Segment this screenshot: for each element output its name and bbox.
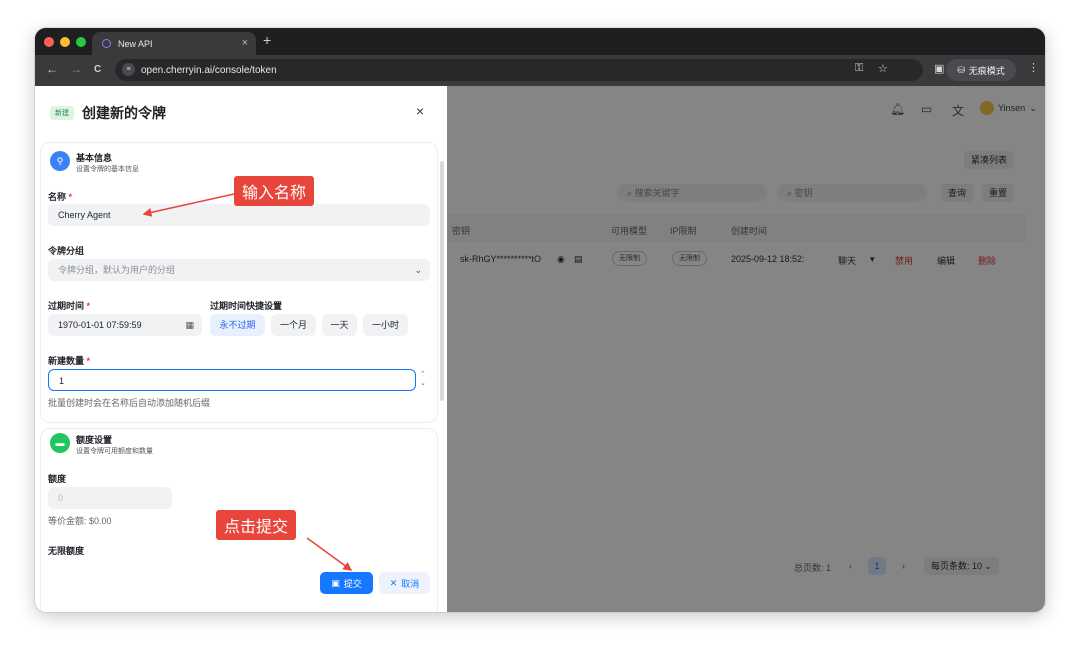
basic-info-title: 基本信息 — [76, 153, 113, 163]
cancel-button[interactable]: ✕ 取消 — [379, 572, 430, 594]
incognito-icon: ⛁ — [957, 64, 965, 75]
calendar-icon[interactable]: ▦ — [185, 314, 194, 336]
chevron-down-icon: ⌄ — [414, 265, 422, 275]
quota-subtitle: 设置令牌可用额度和数量 — [76, 448, 153, 455]
one-day-button[interactable]: 一天 — [322, 314, 357, 336]
name-label: 名称 * — [48, 190, 72, 203]
one-month-button[interactable]: 一个月 — [271, 314, 316, 336]
forward-button[interactable]: → — [70, 62, 82, 76]
key-icon: ⚲ — [50, 151, 70, 171]
drawer-scrollbar[interactable] — [440, 161, 444, 401]
credit-card-icon: ▬ — [50, 433, 70, 453]
bookmark-star-icon[interactable]: ☆ — [878, 62, 888, 75]
close-window-dot[interactable] — [44, 37, 54, 47]
never-expire-button[interactable]: 永不过期 — [210, 314, 265, 336]
quota-title: 额度设置 — [76, 435, 113, 445]
browser-menu-icon[interactable]: ⋮ — [1028, 61, 1039, 74]
expire-label: 过期时间 * — [48, 299, 90, 312]
group-placeholder: 令牌分组，默认为用户的分组 — [58, 265, 176, 275]
tab-title: New API — [118, 38, 153, 49]
name-callout: 输入名称 — [234, 176, 315, 206]
minimize-window-dot[interactable] — [60, 37, 70, 47]
incognito-label: 无痕模式 — [968, 65, 1005, 76]
maximize-window-dot[interactable] — [76, 37, 86, 47]
close-icon[interactable]: × — [416, 103, 424, 119]
name-input[interactable]: Cherry Agent — [48, 204, 430, 226]
reading-mode-icon[interactable]: ▣ — [934, 62, 944, 75]
count-label: 新建数量 * — [48, 354, 90, 367]
required-mark: * — [86, 301, 91, 311]
one-hour-button[interactable]: 一小时 — [363, 314, 408, 336]
create-token-drawer: 新建 创建新的令牌 × ⚲ 基本信息 设置令牌的基本信息 名称 * Cherry… — [35, 86, 447, 612]
submit-callout: 点击提交 — [216, 510, 297, 540]
quota-label: 额度 — [48, 474, 67, 484]
url-text: open.cherryin.ai/console/token — [141, 64, 277, 76]
quick-expire-label: 过期时间快捷设置 — [210, 301, 283, 311]
submit-button[interactable]: ▣ 提交 — [320, 572, 373, 594]
quota-input[interactable]: 0 — [48, 487, 172, 509]
submit-label: 提交 — [343, 578, 362, 589]
count-help-text: 批量创建时会在名称后自动添加随机后缀 — [48, 398, 211, 408]
browser-toolbar: ← → C ≡ open.cherryin.ai/console/token ⚿… — [35, 55, 1045, 86]
tab-close-icon[interactable]: × — [242, 37, 248, 49]
browser-window: New API × + ← → C ≡ open.cherryin.ai/con… — [35, 28, 1045, 612]
incognito-badge[interactable]: ⛁ 无痕模式 — [946, 59, 1016, 81]
save-icon: ▣ — [331, 577, 340, 588]
required-mark: * — [86, 356, 91, 366]
count-label-text: 新建数量 — [48, 356, 85, 366]
new-tab-button[interactable]: + — [263, 32, 271, 48]
required-mark: * — [68, 192, 73, 202]
back-button[interactable]: ← — [46, 62, 58, 76]
close-icon: ✕ — [389, 577, 398, 588]
drawer-header: 新建 创建新的令牌 — [50, 103, 166, 123]
browser-tab[interactable]: New API × — [92, 32, 256, 55]
group-label: 令牌分组 — [48, 246, 85, 256]
address-bar[interactable]: ≡ open.cherryin.ai/console/token ⚿ ☆ — [115, 59, 923, 81]
expire-label-text: 过期时间 — [48, 301, 85, 311]
cancel-label: 取消 — [401, 578, 420, 589]
modal-overlay[interactable] — [447, 86, 1045, 612]
group-select[interactable]: 令牌分组，默认为用户的分组 ⌄ — [48, 259, 430, 281]
count-input[interactable]: 1 — [48, 369, 416, 391]
page-content: 🔔︎ ▭ 文 Yinsen ⌄ 紧凑列表 ⌕ 搜索关键字 ⌕ 密钥 查询 重置 … — [35, 86, 1045, 612]
expire-date-input[interactable]: 1970-01-01 07:59:59 ▦ — [48, 314, 202, 336]
site-favicon-icon — [102, 39, 111, 48]
drawer-title: 创建新的令牌 — [82, 105, 166, 121]
basic-info-subtitle: 设置令牌的基本信息 — [76, 166, 139, 173]
tab-strip: New API × + — [35, 28, 1045, 55]
name-label-text: 名称 — [48, 192, 67, 202]
count-stepper[interactable]: ⌃ ⌄ — [420, 370, 426, 388]
expire-date-value: 1970-01-01 07:59:59 — [58, 320, 142, 330]
new-tag: 新建 — [50, 106, 74, 120]
unlimited-quota-label: 无限额度 — [48, 546, 85, 556]
site-settings-icon[interactable]: ≡ — [122, 63, 135, 76]
password-key-icon[interactable]: ⚿ — [855, 62, 863, 75]
equivalent-amount-text: 等价金额: $0.00 — [48, 516, 112, 526]
reload-button[interactable]: C — [94, 64, 101, 75]
